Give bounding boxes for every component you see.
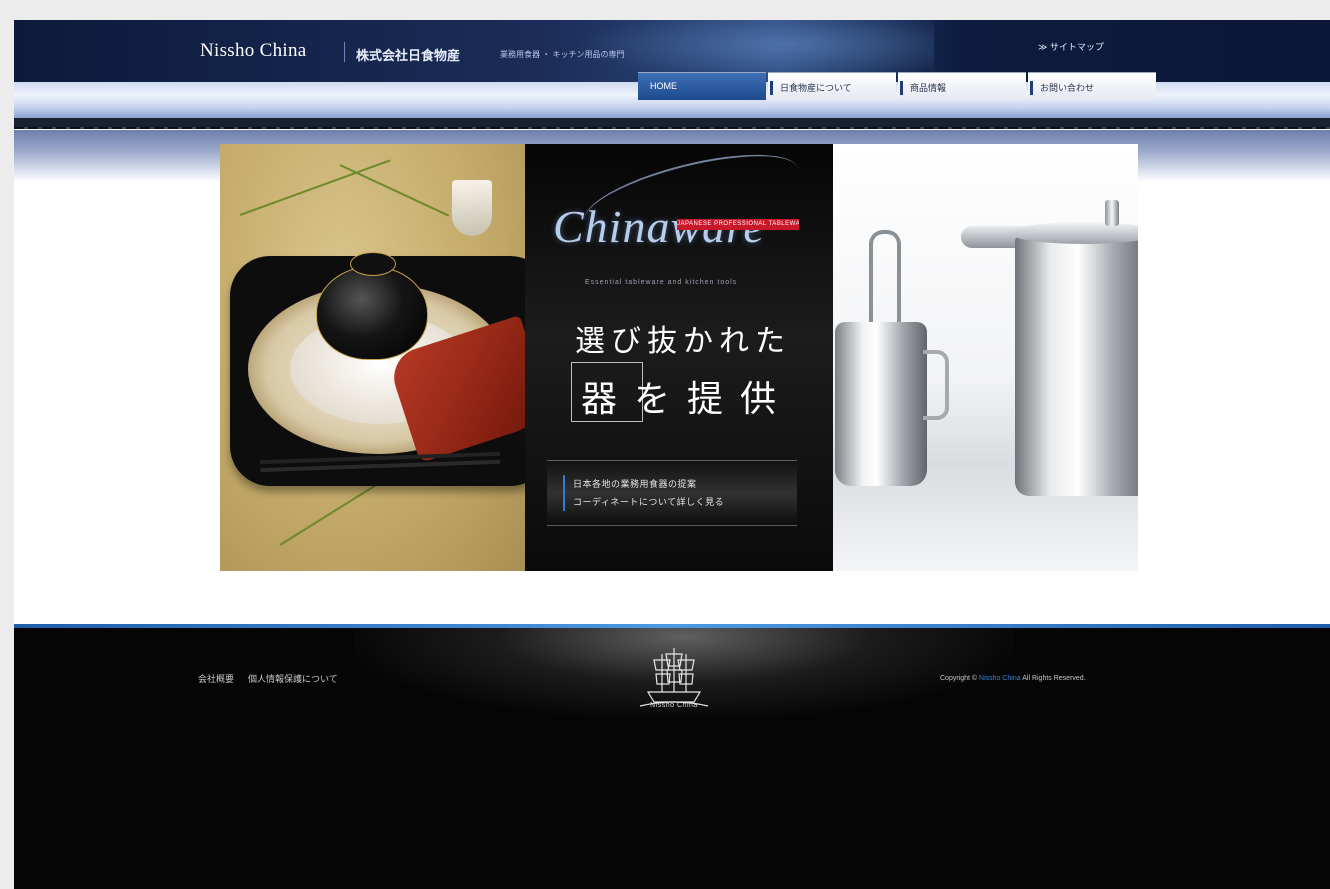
- company-name: 株式会社日食物産: [356, 48, 461, 63]
- tab-products-label: 商品情報: [910, 83, 947, 93]
- brand-logo[interactable]: Nissho China: [200, 40, 307, 62]
- brand-divider: [344, 42, 345, 62]
- logo-caption: Essential tableware and kitchen tools: [585, 279, 738, 286]
- kitchenware-photo: [833, 144, 1138, 571]
- header-dash-rule: [14, 127, 1330, 129]
- footer-logo-caption: Nissho China: [650, 702, 698, 709]
- info-line-1: 日本各地の業務用食器の提案: [573, 479, 697, 489]
- tab-products[interactable]: 商品情報: [898, 72, 1026, 100]
- header-tagline: 業務用食器 ・ キッチン用品の専門: [500, 50, 625, 59]
- kettle-handle: [869, 230, 901, 334]
- lacquer-bowl: [316, 266, 428, 360]
- copyright-prefix: Copyright ©: [940, 675, 978, 682]
- pot-knob: [1105, 200, 1119, 226]
- copyright-company[interactable]: Nissho China: [979, 675, 1021, 682]
- tab-home[interactable]: HOME: [638, 72, 766, 100]
- main-nav: HOME 日食物産について 商品情報 お問い合わせ: [638, 72, 1158, 100]
- tab-home-label: HOME: [650, 81, 677, 91]
- footer-link-privacy[interactable]: 個人情報保護について: [248, 672, 338, 685]
- footer-link-company[interactable]: 会社概要: [198, 672, 234, 685]
- logo-ribbon: JAPANESE PROFESSIONAL TABLEWARE: [677, 219, 799, 230]
- copyright-suffix: All Rights Reserved.: [1022, 675, 1086, 682]
- tab-contact-label: お問い合わせ: [1040, 83, 1095, 93]
- tab-contact[interactable]: お問い合わせ: [1028, 72, 1156, 100]
- hero-headline-line2: 器 を 提 供: [581, 379, 781, 419]
- sitemap-link[interactable]: ≫ サイトマップ: [1038, 40, 1104, 53]
- info-line-2: コーディネートについて詳しく見る: [573, 497, 725, 507]
- tab-about-label: 日食物産について: [780, 83, 852, 93]
- page-frame: Nissho China 株式会社日食物産 業務用食器 ・ キッチン用品の専門 …: [14, 20, 1330, 889]
- footer: 会社概要 個人情報保護について Nissho China Copyright ©…: [14, 628, 1330, 889]
- tab-about[interactable]: 日食物産について: [768, 72, 896, 100]
- hero-banner[interactable]: Chinaware JAPANESE PROFESSIONAL TABLEWAR…: [220, 138, 1138, 571]
- copyright: Copyright © Nissho China All Rights Rese…: [940, 675, 1086, 682]
- tableware-photo: [220, 144, 525, 571]
- hero-info-link[interactable]: 日本各地の業務用食器の提案 コーディネートについて詳しく見る: [547, 460, 797, 526]
- hero-copy-panel: Chinaware JAPANESE PROFESSIONAL TABLEWAR…: [525, 138, 833, 571]
- footer-links: 会社概要 個人情報保護について: [198, 672, 338, 685]
- sake-glass: [452, 180, 492, 236]
- kettle-side-handle: [923, 350, 949, 420]
- hero-headline-line1: 選び抜かれた: [575, 325, 791, 358]
- steel-kettle: [835, 322, 927, 486]
- stockpot: [1015, 234, 1138, 496]
- vine-decoration: [239, 159, 391, 216]
- bowl-lid: [350, 252, 396, 276]
- vine-decoration: [339, 164, 450, 217]
